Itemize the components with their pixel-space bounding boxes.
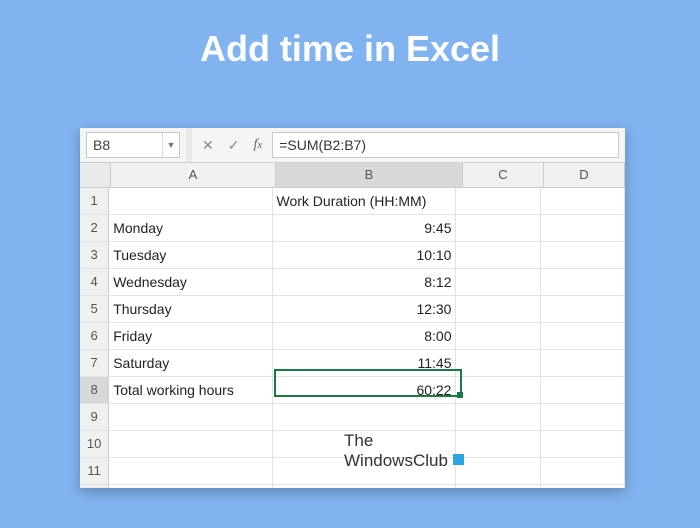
table-row: 5 Thursday 12:30 [80, 296, 625, 323]
row-header-10[interactable]: 10 [80, 431, 109, 457]
cell-D6[interactable] [541, 323, 625, 349]
row-header-11[interactable]: 11 [80, 458, 109, 484]
cell-A5[interactable]: Thursday [109, 296, 272, 322]
column-headers: A B C D [80, 163, 625, 188]
cell-C9[interactable] [456, 404, 540, 430]
table-row: 3 Tuesday 10:10 [80, 242, 625, 269]
table-row: 9 [80, 404, 625, 431]
cell-A11[interactable] [109, 458, 272, 484]
cell-A12[interactable] [109, 485, 272, 488]
cell-C5[interactable] [456, 296, 540, 322]
cell-B5[interactable]: 12:30 [273, 296, 457, 322]
table-row: 2 Monday 9:45 [80, 215, 625, 242]
cell-B7[interactable]: 11:45 [273, 350, 457, 376]
cell-C3[interactable] [456, 242, 540, 268]
cell-D8[interactable] [541, 377, 625, 403]
row-header-1[interactable]: 1 [80, 188, 109, 214]
cell-D10[interactable] [541, 431, 625, 457]
cell-D11[interactable] [541, 458, 625, 484]
row-header-5[interactable]: 5 [80, 296, 109, 322]
cell-A10[interactable] [109, 431, 272, 457]
cell-A1[interactable] [109, 188, 272, 214]
cell-C11[interactable] [456, 458, 540, 484]
cell-B12[interactable] [273, 485, 457, 488]
cell-B11[interactable] [273, 458, 457, 484]
formula-bar-row: B8 ▼ ✕ ✓ fx =SUM(B2:B7) [80, 128, 625, 163]
table-row: 11 [80, 458, 625, 485]
cell-B10[interactable] [273, 431, 457, 457]
cell-B2[interactable]: 9:45 [273, 215, 457, 241]
table-row: 10 [80, 431, 625, 458]
cell-B3[interactable]: 10:10 [273, 242, 457, 268]
fx-icon[interactable]: fx [253, 137, 262, 153]
col-header-A[interactable]: A [111, 163, 276, 187]
spreadsheet-grid[interactable]: A B C D 1 Work Duration (HH:MM) 2 Monday… [80, 163, 625, 488]
cell-D2[interactable] [541, 215, 625, 241]
cell-B9[interactable] [273, 404, 457, 430]
cell-B4[interactable]: 8:12 [273, 269, 457, 295]
row-header-6[interactable]: 6 [80, 323, 109, 349]
confirm-icon[interactable]: ✓ [228, 137, 240, 154]
cell-C10[interactable] [456, 431, 540, 457]
name-box-value: B8 [87, 133, 162, 157]
chevron-down-icon[interactable]: ▼ [162, 133, 179, 157]
formula-input[interactable]: =SUM(B2:B7) [272, 132, 619, 158]
excel-window: B8 ▼ ✕ ✓ fx =SUM(B2:B7) A B C D 1 Work D… [80, 128, 625, 488]
cell-D3[interactable] [541, 242, 625, 268]
cell-B6[interactable]: 8:00 [273, 323, 457, 349]
row-header-2[interactable]: 2 [80, 215, 109, 241]
cell-A9[interactable] [109, 404, 272, 430]
table-row: 4 Wednesday 8:12 [80, 269, 625, 296]
cell-D7[interactable] [541, 350, 625, 376]
table-row: 6 Friday 8:00 [80, 323, 625, 350]
cell-B1[interactable]: Work Duration (HH:MM) [273, 188, 457, 214]
row-header-4[interactable]: 4 [80, 269, 109, 295]
cell-A2[interactable]: Monday [109, 215, 272, 241]
cell-A4[interactable]: Wednesday [109, 269, 272, 295]
row-header-8[interactable]: 8 [80, 377, 109, 403]
cell-A7[interactable]: Saturday [109, 350, 272, 376]
row-header-3[interactable]: 3 [80, 242, 109, 268]
col-header-B[interactable]: B [276, 163, 463, 187]
rows: 1 Work Duration (HH:MM) 2 Monday 9:45 3 … [80, 188, 625, 488]
cell-D9[interactable] [541, 404, 625, 430]
table-row: 12 [80, 485, 625, 488]
page-title: Add time in Excel [0, 28, 700, 70]
table-row: 7 Saturday 11:45 [80, 350, 625, 377]
cell-A6[interactable]: Friday [109, 323, 272, 349]
col-header-D[interactable]: D [544, 163, 625, 187]
table-row: 1 Work Duration (HH:MM) [80, 188, 625, 215]
cell-B8[interactable]: 60:22 [273, 377, 457, 403]
col-header-C[interactable]: C [463, 163, 544, 187]
cell-A8[interactable]: Total working hours [109, 377, 272, 403]
formula-bar-icons: ✕ ✓ fx [192, 128, 272, 162]
cell-C4[interactable] [456, 269, 540, 295]
cell-D4[interactable] [541, 269, 625, 295]
cell-A3[interactable]: Tuesday [109, 242, 272, 268]
row-header-9[interactable]: 9 [80, 404, 109, 430]
name-box[interactable]: B8 ▼ [86, 132, 180, 158]
cell-D12[interactable] [541, 485, 625, 488]
select-all-corner[interactable] [80, 163, 111, 187]
cancel-icon[interactable]: ✕ [202, 137, 214, 154]
cell-D1[interactable] [541, 188, 625, 214]
cell-C6[interactable] [456, 323, 540, 349]
cell-C8[interactable] [456, 377, 540, 403]
cell-D5[interactable] [541, 296, 625, 322]
cell-C12[interactable] [456, 485, 540, 488]
cell-C1[interactable] [456, 188, 540, 214]
cell-C7[interactable] [456, 350, 540, 376]
table-row: 8 Total working hours 60:22 [80, 377, 625, 404]
row-header-7[interactable]: 7 [80, 350, 109, 376]
cell-C2[interactable] [456, 215, 540, 241]
row-header-12[interactable]: 12 [80, 485, 109, 488]
